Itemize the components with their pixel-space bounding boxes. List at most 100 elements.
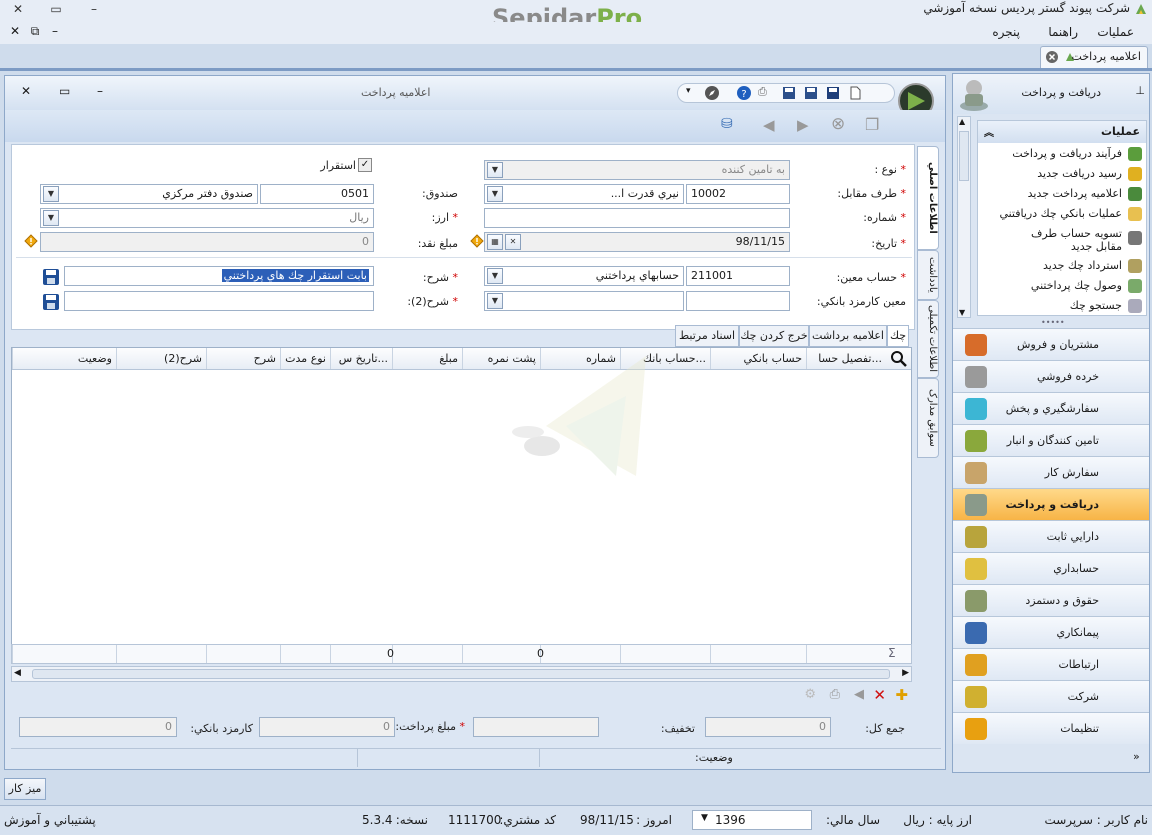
splitter-grip[interactable]: ••••• (1041, 318, 1065, 327)
module-communications[interactable]: ارتباطات (953, 648, 1149, 680)
counterparty-dropdown-icon[interactable]: ▼ (487, 186, 503, 202)
add-row-icon[interactable]: ✚ (895, 686, 908, 704)
number-field[interactable] (484, 208, 790, 228)
tab-cheque[interactable]: چك (887, 325, 909, 347)
col-term-type[interactable]: نوع مدت (280, 348, 330, 369)
form-restore-button[interactable]: ▭ (59, 84, 70, 98)
op-cheque-return[interactable]: استرداد چك جديد (982, 257, 1142, 277)
type-combo[interactable]: به تامين کننده (484, 160, 790, 180)
new-record-icon[interactable]: ❐ (865, 115, 879, 134)
help-icon[interactable]: ? (736, 85, 752, 101)
app-close-button[interactable]: ✕ (8, 2, 28, 18)
settle-checkbox[interactable]: ✓ (358, 158, 372, 172)
mdi-minimize-button[interactable]: – (46, 24, 64, 38)
next-record-icon[interactable]: ▶ (797, 116, 809, 134)
desktop-button[interactable]: ميز کار (4, 778, 46, 800)
pin-icon[interactable]: ⊥ (1135, 84, 1145, 97)
tab-notes[interactable]: یادداشت (917, 250, 939, 300)
compass-icon[interactable] (704, 85, 720, 101)
date-field[interactable]: 98/11/15 (484, 232, 790, 252)
op-process[interactable]: فرآيند دريافت و پرداخت (982, 145, 1142, 165)
app-restore-button[interactable]: ▭ (46, 2, 66, 18)
account-name-combo[interactable]: حسابهاي پرداختني (484, 266, 684, 286)
currency-combo[interactable]: ريال (40, 208, 374, 228)
nav-expand-icon[interactable]: » (1133, 750, 1140, 763)
accounting-doc-icon[interactable]: ⛁ (721, 116, 741, 136)
menu-guide[interactable]: راهنما (1048, 25, 1078, 39)
module-accounting[interactable]: حسابداري (953, 552, 1149, 584)
fund-name-combo[interactable]: صندوق دفتر مرکزي (40, 184, 258, 204)
scroll-right-icon[interactable]: ▶ (902, 668, 909, 678)
scroll-thumb[interactable] (32, 669, 890, 679)
op-bank-cheque[interactable]: عمليات بانکي چك دريافتني (982, 205, 1142, 225)
calendar-icon[interactable]: ▦ (487, 234, 503, 250)
col-due-date[interactable]: تاريخ س... (330, 348, 392, 369)
module-contracting[interactable]: پيمانکاري (953, 616, 1149, 648)
toolbar-dropdown-icon[interactable]: ▾ (686, 86, 691, 96)
collapse-icon[interactable]: ︽ (984, 124, 994, 139)
new-document-icon[interactable] (848, 86, 862, 100)
ops-scroll-thumb[interactable] (959, 131, 969, 181)
fund-code-field[interactable]: 0501 (260, 184, 374, 204)
description-field[interactable]: بابت استقرار چك هاي پرداختني (64, 266, 374, 286)
description2-field[interactable] (64, 291, 374, 311)
op-new-receipt[interactable]: رسيد دريافت جديد (982, 165, 1142, 185)
description2-save-icon[interactable] (42, 293, 60, 311)
save-as-icon[interactable] (782, 86, 796, 100)
op-settlement[interactable]: تسويه حساب طرف مقابل جديد (982, 225, 1142, 255)
module-suppliers-inventory[interactable]: تامين کنندگان و انبار (953, 424, 1149, 456)
row-print-icon[interactable]: ⎙ (830, 687, 840, 702)
currency-dropdown-icon[interactable]: ▼ (43, 210, 59, 226)
tab-extra-info[interactable]: اطلاعات تکمیلی (917, 300, 939, 378)
document-tab[interactable]: اعلاميه پرداخت (1040, 46, 1148, 68)
module-receive-pay[interactable]: دريافت و پرداخت (953, 488, 1149, 520)
clear-date-icon[interactable]: ✕ (505, 234, 521, 250)
module-company[interactable]: شرکت (953, 680, 1149, 712)
form-minimize-button[interactable]: – (97, 84, 103, 98)
tab-withdrawal-notice[interactable]: اعلاميه برداشت (809, 325, 887, 347)
print-icon[interactable]: ⎙ (758, 85, 767, 99)
tab-main-info[interactable]: اطلاعات اصلي (917, 146, 939, 250)
module-settings[interactable]: تنظيمات (953, 712, 1149, 744)
fiscal-year-dropdown-icon[interactable]: ▼ (701, 813, 708, 823)
col-amount[interactable]: مبلغ (392, 348, 462, 369)
delete-record-icon[interactable]: ⊗ (831, 114, 845, 134)
module-customers-sales[interactable]: مشتريان و فروش (953, 328, 1149, 360)
op-new-payment-notice[interactable]: اعلاميه پرداخت جديد (982, 185, 1142, 205)
module-fixed-assets[interactable]: دارايي ثابت (953, 520, 1149, 552)
mdi-close-button[interactable]: ✕ (6, 24, 24, 38)
op-cheque-search[interactable]: جستجو چك (982, 297, 1142, 317)
col-description-2[interactable]: شرح(2) (116, 348, 206, 369)
scroll-left-icon[interactable]: ◀ (14, 668, 21, 678)
counterparty-code-field[interactable]: 10002 (686, 184, 790, 204)
col-detail-account[interactable]: تفصيل حسا... (806, 348, 886, 369)
module-payroll[interactable]: حقوق و دستمزد (953, 584, 1149, 616)
app-minimize-button[interactable]: – (84, 2, 104, 18)
bank-fee-code-field[interactable] (686, 291, 790, 311)
fund-dropdown-icon[interactable]: ▼ (43, 186, 59, 202)
menu-operations[interactable]: عملیات (1097, 25, 1134, 39)
form-close-button[interactable]: ✕ (21, 84, 31, 98)
op-cheque-collect[interactable]: وصول چك پرداختني (982, 277, 1142, 297)
delete-row-icon[interactable]: ✕ (873, 686, 886, 704)
mdi-restore-button[interactable]: ⧉ (26, 24, 44, 39)
row-action-icon-1[interactable]: ◀ (854, 687, 864, 702)
tab-document-history[interactable]: سوابق مدارک (917, 378, 939, 458)
ops-scroll-up-icon[interactable]: ▲ (959, 117, 965, 126)
module-ordering-distribution[interactable]: سفارشگيري و پخش (953, 392, 1149, 424)
cash-amount-field[interactable]: 0 (40, 232, 374, 252)
counterparty-name-combo[interactable]: نيري قدرت ا... (484, 184, 684, 204)
prev-record-icon[interactable]: ◀ (763, 116, 775, 134)
tab-cheque-spending[interactable]: خرج کردن چك (739, 325, 809, 347)
account-dropdown-icon[interactable]: ▼ (487, 268, 503, 284)
description-save-icon[interactable] (42, 268, 60, 286)
menu-window[interactable]: پنجره (992, 25, 1020, 39)
type-dropdown-icon[interactable]: ▼ (487, 162, 503, 178)
ops-scroll-down-icon[interactable]: ▼ (959, 308, 965, 317)
total-field[interactable]: 0 (705, 717, 831, 737)
col-status[interactable]: وضعيت (12, 348, 116, 369)
operations-header[interactable]: عملیات ︽ (978, 121, 1146, 143)
row-settings-icon[interactable]: ⚙ (804, 687, 816, 702)
tab-close-icon[interactable] (1045, 50, 1059, 64)
grid-horizontal-scrollbar[interactable]: ◀ ▶ (11, 666, 912, 682)
